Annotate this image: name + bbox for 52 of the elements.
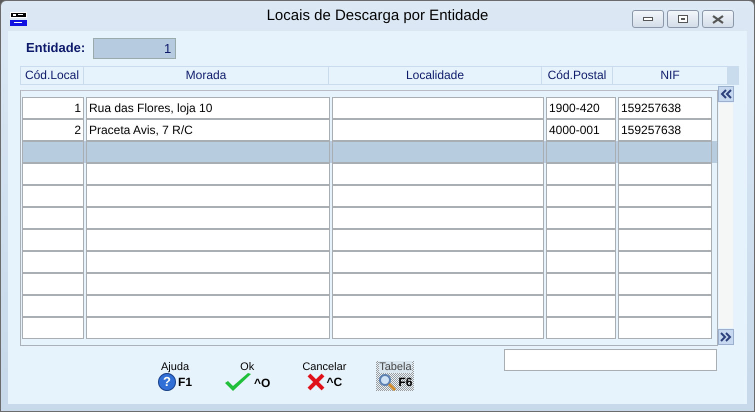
table-cell [22, 163, 84, 185]
entity-label: Entidade: [26, 39, 86, 58]
maximize-icon [678, 15, 688, 23]
ok-button[interactable]: Ok ^O [222, 361, 272, 391]
table-cell [546, 185, 616, 207]
column-header: Morada [84, 67, 328, 84]
table-cell: 4000-001 [546, 119, 616, 141]
table-cell: Praceta Avis, 7 R/C [86, 119, 330, 141]
cancel-button[interactable]: Cancelar ^C [300, 361, 348, 391]
help-button[interactable]: Ajuda ? F1 [156, 361, 194, 391]
table-cell [546, 295, 616, 317]
window-title: Locais de Descarga por Entidade [266, 6, 490, 26]
help-icon: ? [158, 373, 176, 391]
close-icon [712, 14, 724, 24]
table-cell [546, 163, 616, 185]
check-icon [224, 373, 252, 393]
scroll-right-button[interactable] [718, 329, 734, 345]
minimize-icon [643, 17, 653, 21]
table-cell [22, 185, 84, 207]
magnifier-icon [378, 373, 396, 391]
table-cell: 1900-420 [546, 97, 616, 119]
scroll-left-button[interactable] [718, 86, 734, 102]
table-cell: 159257638 [618, 119, 712, 141]
table-cell [22, 295, 84, 317]
table-cell: Rua das Flores, loja 10 [86, 97, 330, 119]
cross-icon [306, 373, 325, 391]
table-cell [22, 229, 84, 251]
column-header: Cód.Postal [542, 67, 612, 84]
selected-row[interactable] [22, 141, 717, 163]
maximize-button[interactable] [667, 10, 699, 28]
table-cell: 2 [22, 119, 84, 141]
status-field[interactable] [504, 349, 717, 371]
table-cell [546, 273, 616, 295]
table-cell [22, 251, 84, 273]
close-button[interactable] [702, 10, 734, 28]
table-cell: 159257638 [618, 97, 712, 119]
minimize-button[interactable] [632, 10, 664, 28]
column-header: NIF [613, 67, 727, 84]
table-cell [546, 141, 616, 163]
table-cell [22, 273, 84, 295]
column-header: Localidade [329, 67, 541, 84]
table-cell: 1 [22, 97, 84, 119]
column-header: Cód.Local [21, 67, 83, 84]
table-cell [546, 317, 616, 339]
table-cell [22, 141, 84, 163]
table-cell [546, 229, 616, 251]
entity-field[interactable]: 1 [93, 38, 176, 58]
table-cell [22, 317, 84, 339]
table-cell [546, 251, 616, 273]
app-icon [10, 12, 27, 26]
table-cell [22, 207, 84, 229]
table-cell [546, 207, 616, 229]
